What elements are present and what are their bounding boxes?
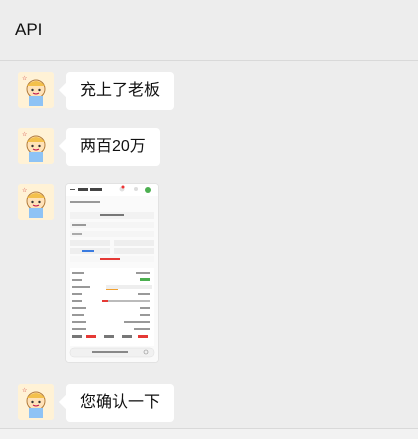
input-area-edge <box>0 428 418 439</box>
screenshot-image-message[interactable] <box>66 184 158 362</box>
screenshot-thumbnail <box>66 184 158 362</box>
avatar[interactable]: ☆ <box>18 384 54 420</box>
message-bubble[interactable]: 您确认一下 <box>66 384 175 422</box>
chat-title: API <box>15 20 43 39</box>
avatar[interactable]: ☆ <box>18 128 54 164</box>
svg-text:☆: ☆ <box>22 75 27 82</box>
message-bubble[interactable]: 两百20万 <box>66 128 160 166</box>
message-bubble[interactable]: 充上了老板 <box>66 72 175 110</box>
chat-header: API <box>0 0 418 61</box>
avatar[interactable]: ☆ <box>18 72 54 108</box>
svg-text:☆: ☆ <box>22 187 27 194</box>
message-text: 充上了老板 <box>80 82 161 99</box>
svg-text:☆: ☆ <box>22 387 27 394</box>
svg-text:☆: ☆ <box>22 131 27 138</box>
message-text: 您确认一下 <box>80 394 161 411</box>
avatar[interactable]: ☆ <box>18 184 54 220</box>
message-text: 两百20万 <box>80 138 146 155</box>
